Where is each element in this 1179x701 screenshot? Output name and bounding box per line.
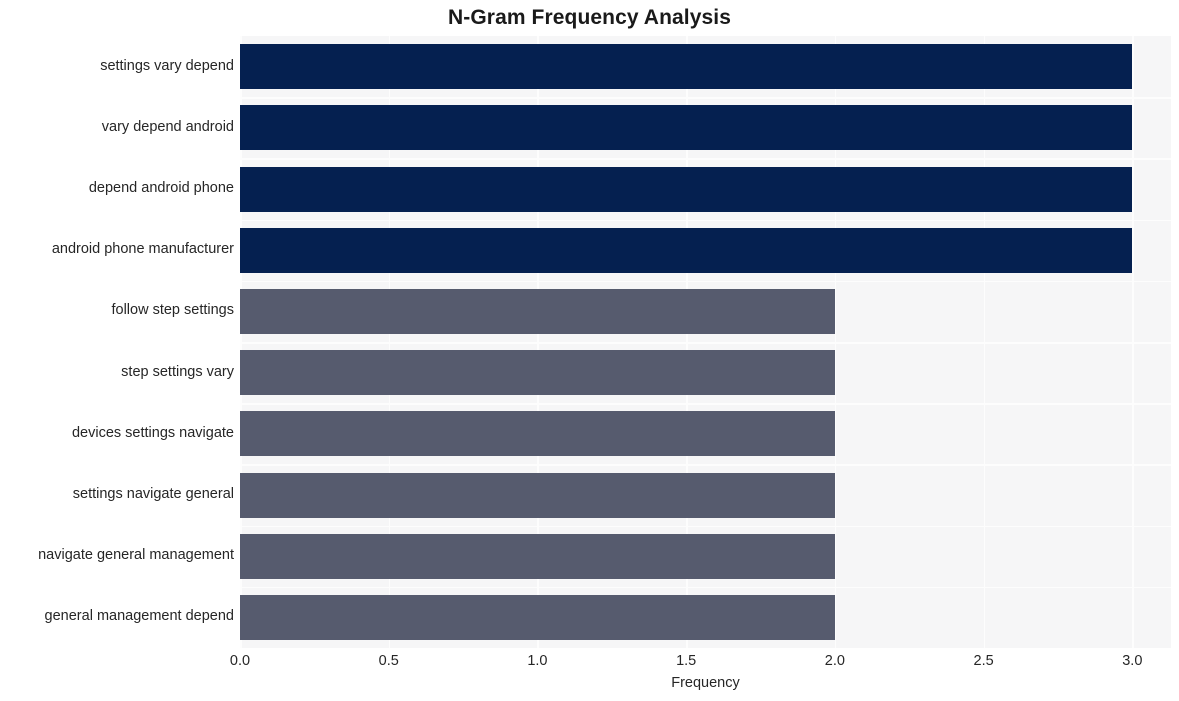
x-axis-tick-label: 0.5 — [378, 653, 399, 669]
y-axis-tick-label: general management depend — [44, 608, 234, 625]
bar[interactable] — [240, 44, 1133, 90]
bar[interactable] — [240, 472, 835, 518]
x-axis-tick-label: 0.0 — [229, 653, 251, 669]
bar[interactable] — [240, 411, 835, 457]
x-axis-tick-label: 1.0 — [527, 653, 548, 669]
bar[interactable] — [240, 166, 1133, 212]
x-axis-tick-label: 3.0 — [1122, 653, 1143, 669]
y-axis-tick-label: vary depend android — [101, 118, 234, 135]
x-axis-label: Frequency — [671, 675, 740, 691]
horizontal-gridline — [240, 403, 1171, 405]
chart-figure: N-Gram Frequency Analysis settings vary … — [0, 0, 1179, 701]
x-axis-tick-label: 1.5 — [676, 653, 697, 669]
y-axis-tick-label: devices settings navigate — [71, 424, 234, 441]
y-axis-tick-label: settings navigate general — [72, 486, 234, 502]
plot-area — [240, 36, 1171, 648]
horizontal-gridline — [240, 280, 1171, 283]
x-axis-tick-label: 2.0 — [824, 653, 845, 669]
bar[interactable] — [240, 594, 835, 640]
bar[interactable] — [240, 105, 1133, 151]
horizontal-gridline — [240, 97, 1171, 99]
y-axis-tick-label: settings vary depend — [100, 57, 234, 74]
y-axis-tick-label: follow step settings — [111, 302, 234, 319]
y-axis-tick-label: navigate general management — [38, 547, 234, 564]
horizontal-gridline — [240, 586, 1171, 589]
horizontal-gridline — [240, 525, 1171, 528]
y-axis-tick-label: depend android phone — [88, 180, 234, 196]
horizontal-gridline — [240, 219, 1171, 222]
chart-title: N-Gram Frequency Analysis — [448, 6, 731, 29]
horizontal-gridline — [240, 158, 1171, 160]
y-axis-tick-label: android phone manufacturer — [51, 241, 234, 258]
y-axis-tick-label: step settings vary — [121, 363, 234, 380]
horizontal-gridline — [240, 464, 1171, 466]
bar[interactable] — [240, 350, 835, 396]
bar[interactable] — [240, 288, 835, 334]
horizontal-gridline — [240, 342, 1171, 344]
bar[interactable] — [240, 227, 1133, 273]
bar[interactable] — [240, 533, 835, 579]
x-axis-tick-label: 2.5 — [973, 653, 994, 669]
